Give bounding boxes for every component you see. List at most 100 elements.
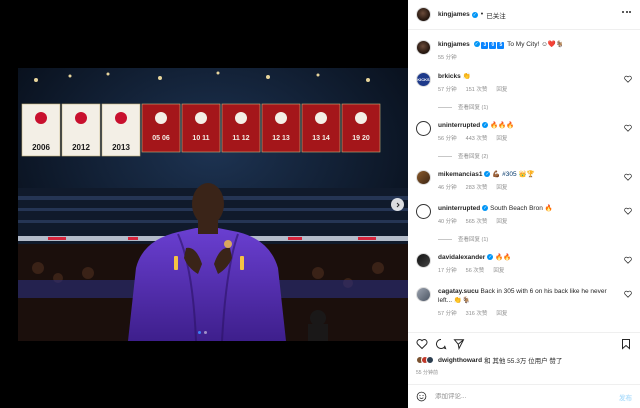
caption: kingjames ✓ 305 To My City! ☺❤️🐐 55 分钟 xyxy=(416,40,634,63)
commenter-username[interactable]: davidalexander xyxy=(438,254,485,261)
post-actions xyxy=(408,332,640,352)
like-comment-heart-icon[interactable] xyxy=(624,207,632,215)
commenter-avatar[interactable] xyxy=(416,287,431,302)
caption-time: 55 分钟 xyxy=(438,55,457,61)
commenter-username[interactable]: cagatay.sucu xyxy=(438,288,479,295)
comment-item: uninterrupted ✓ 🔥🔥🔥 56 分钟 443 次赞 回复 xyxy=(416,121,634,144)
championship-banner: 2006 xyxy=(21,103,61,157)
comment-time: 40 分钟 xyxy=(438,219,457,225)
caption-text: To My City! xyxy=(507,41,540,48)
liker-username[interactable]: dwighthoward xyxy=(438,357,482,364)
comment-text: 🔥🔥🔥 xyxy=(490,122,515,129)
championship-banner: 19 20 xyxy=(341,103,381,153)
verified-icon: ✓ xyxy=(482,205,489,212)
comment-time: 57 分钟 xyxy=(438,311,457,317)
commenter-username[interactable]: mikemancias1 xyxy=(438,171,482,178)
banner-label: 10 11 xyxy=(192,135,209,142)
banner-label: 12 13 xyxy=(272,135,290,142)
like-comment-heart-icon[interactable] xyxy=(624,290,632,298)
reply-button[interactable]: 回复 xyxy=(496,184,507,193)
like-comment-heart-icon[interactable] xyxy=(624,256,632,264)
comment-likes[interactable]: 56 次赞 xyxy=(466,267,485,276)
add-comment-input[interactable] xyxy=(435,393,605,400)
reply-button[interactable]: 回复 xyxy=(496,86,507,95)
verified-icon: ✓ xyxy=(482,122,489,129)
emoji-smiley-icon[interactable] xyxy=(416,391,427,402)
reply-button[interactable]: 回复 xyxy=(496,135,507,144)
commenter-avatar[interactable] xyxy=(416,253,431,268)
reply-button[interactable]: 回复 xyxy=(496,218,507,227)
championship-banner: 12 13 xyxy=(261,103,301,153)
comment-likes[interactable]: 283 次赞 xyxy=(466,184,488,193)
comment-item: cagatay.sucu Back in 305 with 6 on his b… xyxy=(416,287,634,319)
comment-item: mikemancias1 ✓ 💪🏾 #305 👑🏆 46 分钟 283 次赞 回复 xyxy=(416,170,634,193)
comment-time: 57 分钟 xyxy=(438,87,457,93)
comment-text: 👏 xyxy=(462,73,471,80)
comment-text: South Beach Bron 🔥 xyxy=(490,205,553,212)
author-username[interactable]: kingjames xyxy=(438,11,470,18)
like-heart-icon[interactable] xyxy=(416,338,428,350)
arena-scene: 2006 2012 2013 05 06 10 11 11 12 12 13 13 14 19 … xyxy=(18,68,408,341)
banner-label: 2006 xyxy=(32,143,50,152)
comment-item: KICKS brkicks 👏 57 分钟 151 次赞 回复 xyxy=(416,72,634,95)
comment-likes[interactable]: 151 次赞 xyxy=(466,86,488,95)
commenter-avatar[interactable] xyxy=(416,170,431,185)
comment-time: 56 分钟 xyxy=(438,136,457,142)
championship-banner: 2012 xyxy=(61,103,101,157)
view-replies-button[interactable]: 查看回复 (2) xyxy=(438,152,488,160)
bookmark-save-icon[interactable] xyxy=(620,338,632,350)
championship-banner: 11 12 xyxy=(221,103,261,153)
banner-label: 19 20 xyxy=(352,135,370,142)
header-separator: • xyxy=(480,11,484,18)
comment-likes[interactable]: 316 次赞 xyxy=(466,310,488,319)
view-replies-button[interactable]: 查看回复 (1) xyxy=(438,103,488,111)
banner-label: 11 12 xyxy=(232,135,249,142)
banner-label: 2012 xyxy=(72,143,90,152)
verified-icon: ✓ xyxy=(484,171,491,178)
caption-emoji: ☺❤️🐐 xyxy=(541,41,564,48)
comment-emoji: 💪🏾 xyxy=(492,171,501,178)
championship-banner: 05 06 xyxy=(141,103,181,153)
reply-button[interactable]: 回复 xyxy=(493,267,504,276)
verified-icon: ✓ xyxy=(487,254,494,261)
commenter-username[interactable]: uninterrupted xyxy=(438,122,480,129)
comment-likes[interactable]: 443 次赞 xyxy=(466,135,488,144)
comment-text: 🔥🔥 xyxy=(495,254,512,261)
caption-username[interactable]: kingjames xyxy=(438,41,470,48)
author-avatar[interactable] xyxy=(416,7,431,22)
carousel-dot xyxy=(204,331,207,334)
reply-button[interactable]: 回复 xyxy=(496,310,507,319)
banner-label: 13 14 xyxy=(312,135,330,142)
carousel-next-button[interactable] xyxy=(391,198,404,211)
like-comment-heart-icon[interactable] xyxy=(624,173,632,181)
commenter-avatar[interactable] xyxy=(416,204,431,219)
comment-emoji: 👑🏆 xyxy=(518,171,535,178)
post-header: kingjames ✓ • 已关注 xyxy=(408,0,640,30)
add-comment-bar: 发布 xyxy=(408,384,640,408)
commenter-avatar[interactable]: KICKS xyxy=(416,72,431,87)
keycap-icon: 5 xyxy=(497,42,505,49)
likes-text[interactable]: 和 其他 55.3万 位用户 赞了 xyxy=(484,355,562,365)
carousel-dots xyxy=(198,331,207,334)
author-avatar[interactable] xyxy=(416,40,431,55)
like-comment-heart-icon[interactable] xyxy=(624,75,632,83)
likes-summary: dwighthoward 和 其他 55.3万 位用户 赞了 xyxy=(416,355,562,365)
championship-banner: 13 14 xyxy=(301,103,341,153)
post-comment-button[interactable]: 发布 xyxy=(619,392,632,402)
chevron-right-icon xyxy=(396,202,400,207)
share-send-icon[interactable] xyxy=(453,338,465,350)
hashtag-link[interactable]: #305 xyxy=(502,171,516,178)
commenter-username[interactable]: uninterrupted xyxy=(438,205,480,212)
comment-item: uninterrupted ✓ South Beach Bron 🔥 40 分钟 5… xyxy=(416,204,634,227)
following-button[interactable]: 已关注 xyxy=(486,10,506,20)
more-options-icon[interactable] xyxy=(622,11,631,13)
comment-likes[interactable]: 565 次赞 xyxy=(466,218,488,227)
comment-bubble-icon[interactable] xyxy=(435,338,447,350)
view-replies-button[interactable]: 查看回复 (1) xyxy=(438,235,488,243)
commenter-avatar[interactable] xyxy=(416,121,431,136)
comments-list[interactable]: kingjames ✓ 305 To My City! ☺❤️🐐 55 分钟 K… xyxy=(408,30,640,332)
comment-time: 17 分钟 xyxy=(438,268,457,274)
like-comment-heart-icon[interactable] xyxy=(624,124,632,132)
commenter-username[interactable]: brkicks xyxy=(438,73,461,80)
post-timestamp: 55 分钟前 xyxy=(416,370,438,376)
